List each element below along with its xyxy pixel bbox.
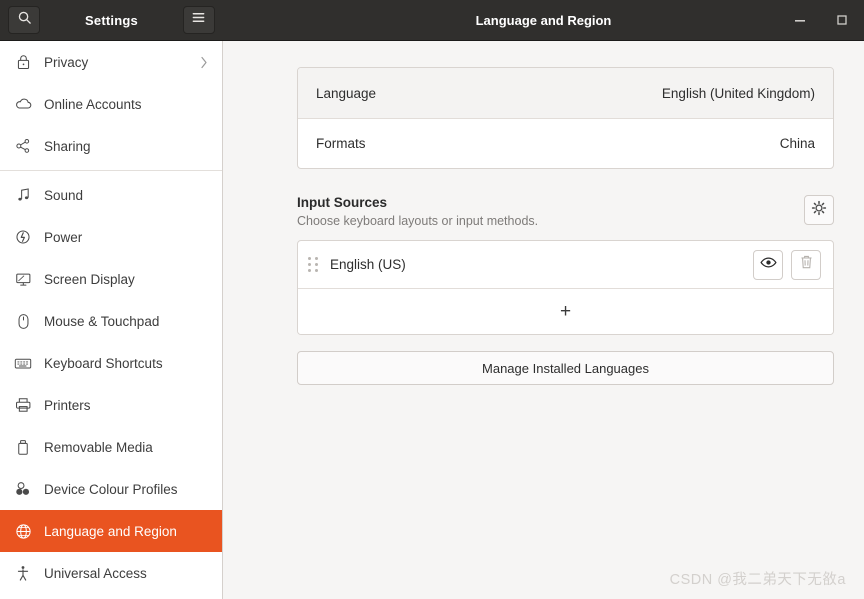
sidebar-item-privacy[interactable]: Privacy [0,41,222,83]
language-row-label: Language [316,85,377,101]
settings-sidebar: Privacy Online Accounts Sharing Sound Po… [0,41,223,599]
search-icon [17,10,32,30]
input-source-actions [753,249,821,280]
titlebar-main-section: Language and Region [223,0,864,40]
sidebar-item-label: Device Colour Profiles [44,481,178,497]
sidebar-item-keyboard-shortcuts[interactable]: Keyboard Shortcuts [0,342,222,384]
sidebar-item-label: Power [44,229,83,245]
trash-icon [799,254,814,275]
sidebar-item-label: Online Accounts [44,96,142,112]
window-titlebar: Settings Language and Region [0,0,864,41]
sidebar-item-sharing[interactable]: Sharing [0,125,222,167]
sidebar-item-power[interactable]: Power [0,216,222,258]
titlebar-sidebar-section: Settings [0,0,223,40]
sidebar-item-universal-access[interactable]: Universal Access [0,552,222,594]
globe-icon [14,522,32,540]
language-card: Language English (United Kingdom) Format… [297,67,834,169]
sidebar-item-online-accounts[interactable]: Online Accounts [0,83,222,125]
hamburger-menu-icon [191,10,206,30]
music-note-icon [14,186,32,204]
show-keyboard-layout-button[interactable] [753,249,783,280]
input-sources-options-button[interactable] [804,195,834,225]
sidebar-separator [0,170,222,171]
sidebar-item-label: Mouse & Touchpad [44,313,160,329]
input-sources-title: Input Sources [297,195,388,210]
input-sources-subtitle: Choose keyboard layouts or input methods… [297,214,539,228]
sidebar-item-label: Universal Access [44,565,147,581]
language-row[interactable]: Language English (United Kingdom) [298,68,833,118]
cloud-icon [14,95,32,113]
formats-row-label: Formats [316,136,366,151]
app-title: Settings [85,12,138,28]
watermark: CSDN @我二弟天下无敋a [669,572,846,588]
sidebar-item-label: Sound [44,187,84,203]
mouse-icon [14,312,32,330]
settings-window: Settings Language and Region Privacy Onl… [0,0,864,599]
input-source-row[interactable]: English (US) [298,241,833,289]
plus-icon: + [559,301,572,322]
sidebar-item-label: Privacy [44,54,89,70]
sidebar-item-sound[interactable]: Sound [0,174,222,216]
sidebar-item-label: Screen Display [44,271,135,287]
input-sources-header-text: Input Sources Choose keyboard layouts or… [297,195,804,228]
input-sources-list: English (US) + [297,240,834,335]
sidebar-item-mouse-touchpad[interactable]: Mouse & Touchpad [0,300,222,342]
formats-row[interactable]: Formats China [298,118,833,168]
window-body: Privacy Online Accounts Sharing Sound Po… [0,41,864,599]
sidebar-item-label: Printers [44,397,91,413]
colour-profiles-icon [14,480,32,498]
gear-icon [811,200,827,221]
window-controls [792,12,850,28]
sidebar-item-screen-display[interactable]: Screen Display [0,258,222,300]
keyboard-icon [14,354,32,372]
input-source-name: English (US) [330,257,406,272]
chevron-right-icon [200,56,208,69]
main-content: Language English (United Kingdom) Format… [223,41,864,599]
main-menu-button[interactable] [182,6,215,34]
search-button[interactable] [8,6,40,34]
manage-installed-languages-button[interactable]: Manage Installed Languages [297,351,834,385]
maximize-button[interactable] [834,12,850,28]
minimize-button[interactable] [792,12,808,28]
lock-icon [14,53,32,71]
accessibility-icon [14,564,32,582]
sidebar-item-device-colour-profiles[interactable]: Device Colour Profiles [0,468,222,510]
share-nodes-icon [14,137,32,155]
formats-row-value: China [779,136,815,151]
input-sources-header: Input Sources Choose keyboard layouts or… [297,195,834,228]
printer-icon [14,396,32,414]
sidebar-item-label: Sharing [44,138,91,154]
drag-handle-icon[interactable] [308,257,320,273]
eye-icon [759,256,777,274]
remove-input-source-button[interactable] [791,249,821,280]
language-row-value: English (United Kingdom) [661,85,815,101]
usb-drive-icon [14,438,32,456]
sidebar-item-label: Keyboard Shortcuts [44,355,163,371]
sidebar-item-printers[interactable]: Printers [0,384,222,426]
sidebar-item-removable-media[interactable]: Removable Media [0,426,222,468]
add-input-source-button[interactable]: + [298,289,833,334]
page-title: Language and Region [475,12,612,28]
power-bolt-icon [14,228,32,246]
monitor-icon [14,270,32,288]
sidebar-item-label: Language and Region [44,523,177,539]
content-container: Language English (United Kingdom) Format… [223,41,864,385]
sidebar-item-label: Removable Media [44,439,153,455]
sidebar-item-language-and-region[interactable]: Language and Region [0,510,222,552]
